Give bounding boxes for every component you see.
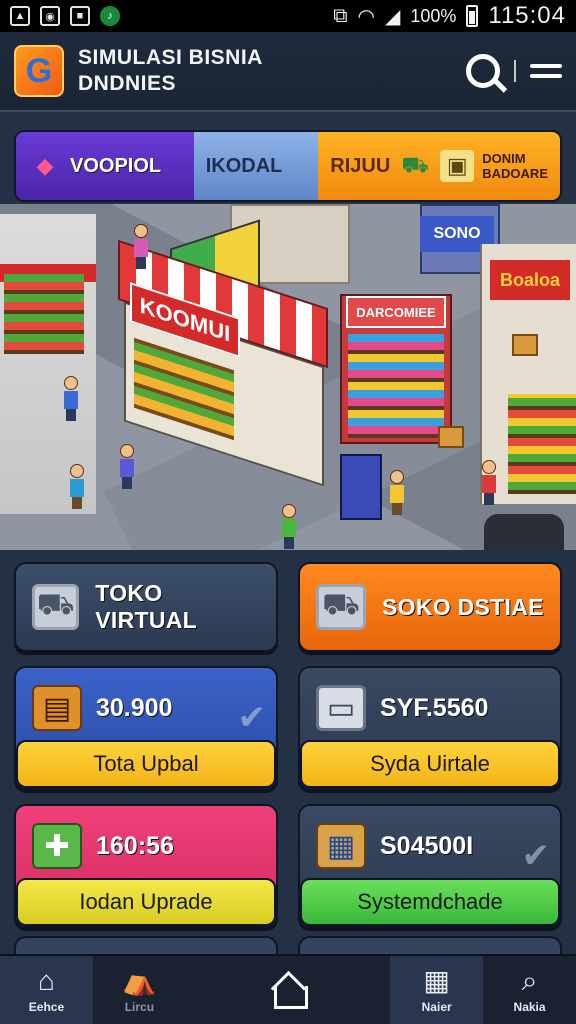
store-virtual-card[interactable]: ⛟ TOKO VIRTUAL [14,562,278,652]
check-icon: ✔ [521,837,551,875]
logo-letter: G [25,51,53,90]
crate [512,334,538,356]
cart-icon: ⛟ [316,584,366,630]
nav-label: Eehce [28,1000,65,1014]
right-shop-shelf [508,394,576,494]
upgrade-button[interactable]: Iodan Uprade [16,878,276,926]
shopper [120,444,134,489]
tab-ikodal[interactable]: IKODAL [193,132,319,200]
app-title-line2: DNDNIES [78,72,177,95]
box-icon: ▤ [32,685,82,731]
stat-value: 30.900 [96,693,173,722]
tag-icon: ◆ [36,153,54,178]
stat-value: SYF.5560 [380,693,489,722]
stat-card: ▭ SYF.5560 Syda Uirtale [298,666,562,790]
battery-icon [466,5,479,27]
cart-icon: ⛟ [401,151,430,177]
parcel-icon: ▦ [316,823,366,869]
app-title-line1: SIMULASI BISNIA [78,46,263,69]
shopper [390,470,404,515]
search-icon[interactable] [466,54,500,88]
tab-label: RIJUU [330,154,391,177]
nav-label: Naier [421,1000,452,1014]
nav-label: Nakia [513,1000,546,1014]
tv-icon: ▭ [316,685,366,731]
menu-icon[interactable] [530,64,562,78]
grid-icon: ▦ [423,965,450,996]
card-label: SOKO DSTIAE [382,593,544,620]
shopper [134,224,148,269]
shopper [282,504,296,549]
header-actions [466,54,562,88]
category-tabs: ◆ VOOPIOL IKODAL RIJUU ⛟ ▣ DONIM BADOARE [14,130,562,202]
store-orange-card[interactable]: ⛟ SOKO DSTIAE [298,562,562,652]
tab-label: VOOPIOL [70,154,162,177]
clock: 115:04 [488,2,566,29]
gift-icon: ✚ [32,823,82,869]
nav-item-home[interactable]: ⌂ Eehce [0,956,93,1024]
nav-item-store[interactable]: ⛺ Lircu [93,956,186,1024]
shopper [64,376,78,421]
stat-row: ✚ 160:56 [16,814,276,878]
check-icon: ✔ [237,699,267,737]
vibrate-icon: ⧉ [333,4,348,27]
box-icon: ▣ [440,150,475,182]
shop-notification-icon: ■ [70,6,90,26]
stat-card: ▦ S04500I ✔ Systemdchade [298,804,562,928]
stat-value: S04500I [380,831,474,860]
vending-machine [340,454,382,520]
image-notification-icon: ▲ [10,6,30,26]
card-label: TOKO VIRTUAL [95,580,198,633]
shopper [482,460,496,505]
second-shop-sign: DARCOMIEE [346,296,446,328]
city-scene[interactable]: SONO Boaloa KOOMUI DARCOMIEE [0,204,576,550]
dashboard-grid: ⛟ TOKO VIRTUAL ⛟ SOKO DSTIAE ▤ 30.900 ✔ … [14,562,562,928]
stat-row: ▭ SYF.5560 [300,676,560,740]
status-bar: ▲ ◉ ■ ♪ ⧉ ◠ ◢ 100% 115:04 [0,0,576,32]
nav-item-main[interactable] [186,956,390,1024]
tab-voopiol[interactable]: ◆ VOOPIOL [16,132,194,200]
parked-car [484,514,564,550]
music-notification-icon: ♪ [100,6,120,26]
app-header: G SIMULASI BISNIA DNDNIES [0,32,576,112]
stat-value: 160:56 [96,831,174,860]
tab-label: IKODAL [205,154,283,177]
wifi-icon: ◠ [357,5,375,28]
home-icon: ⌂ [37,965,55,996]
status-indicators: ⧉ ◠ ◢ 100% 115:04 [333,2,566,30]
status-notifications: ▲ ◉ ■ ♪ [10,6,120,26]
battery-percent: 100% [410,5,457,26]
tab-rijuu[interactable]: RIJUU ⛟ ▣ DONIM BADOARE [318,132,560,200]
second-shop-shelf [348,334,444,438]
home-outline-icon [268,972,308,1009]
nav-item-search[interactable]: ⌕ Nakia [483,956,576,1024]
shopper [70,464,84,509]
tab-sub-line2: BADOARE [482,166,548,181]
search-icon: ⌕ [521,965,538,996]
tab-sub-line1: DONIM [482,151,526,166]
app-logo[interactable]: G [14,45,64,97]
stat-card: ✚ 160:56 Iodan Uprade [14,804,278,928]
app-title: SIMULASI BISNIA DNDNIES [78,45,263,97]
tab-sub: DONIM BADOARE [482,151,548,181]
stat-card: ▤ 30.900 ✔ Tota Upbal [14,666,278,790]
tent-icon: ⛺ [121,965,157,996]
bottom-nav: ⌂ Eehce ⛺ Lircu ▦ Naier ⌕ Nakia [0,954,576,1024]
signal-icon: ◢ [384,5,401,28]
crate [438,426,464,448]
right-shop-sign: Boaloa [490,260,570,300]
header-divider [514,60,516,82]
nav-item-manager[interactable]: ▦ Naier [390,956,484,1024]
photo-notification-icon: ◉ [40,6,60,26]
cart-icon: ⛟ [32,584,80,630]
upgrade-button[interactable]: Tota Upbal [16,740,276,788]
left-shop-shelf [4,274,84,354]
nav-label: Lircu [124,1000,155,1014]
virtual-button[interactable]: Syda Uirtale [300,740,560,788]
system-button[interactable]: Systemdchade [300,878,560,926]
